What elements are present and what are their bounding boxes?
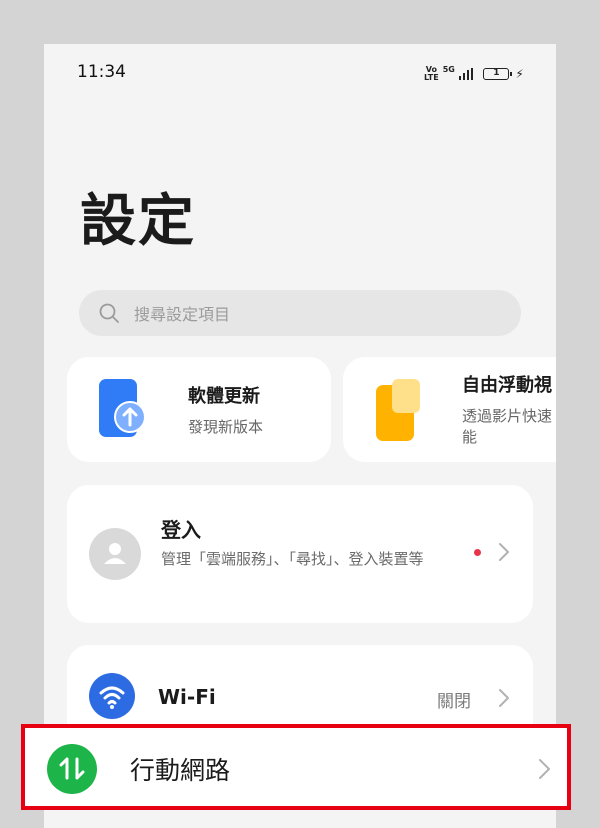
promo-title: 軟體更新 (188, 385, 260, 407)
status-icons: Vo LTE 5G 1 ⚡ (424, 65, 524, 82)
software-update-icon (99, 378, 146, 441)
charging-icon: ⚡ (515, 66, 524, 81)
battery-icon: 1 (483, 67, 513, 80)
floating-window-icon (376, 378, 422, 441)
network-type-label: 5G (442, 65, 455, 74)
wifi-label: Wi-Fi (158, 685, 216, 709)
chevron-right-icon (499, 689, 509, 707)
battery-level: 1 (493, 67, 500, 78)
volte-icon: Vo LTE (424, 64, 439, 82)
login-subtitle: 管理「雲端服務」、「尋找」、登入裝置等 (161, 550, 424, 568)
signal-icon (458, 67, 474, 80)
wifi-status: 關閉 (437, 692, 471, 712)
page-title: 設定 (80, 189, 196, 254)
avatar-icon (89, 528, 141, 580)
wifi-icon (89, 673, 135, 719)
software-update-card[interactable]: 軟體更新 發現新版本 (67, 357, 331, 462)
search-placeholder: 搜尋設定項目 (134, 305, 231, 324)
notification-dot (474, 549, 481, 556)
promo-subtitle: 發現新版本 (188, 417, 264, 436)
search-icon (99, 303, 119, 323)
search-input[interactable]: 搜尋設定項目 (79, 290, 521, 336)
mobile-network-row[interactable]: 行動網路 (21, 724, 571, 810)
login-card[interactable]: 登入 管理「雲端服務」、「尋找」、登入裝置等 (67, 485, 533, 623)
chevron-right-icon (539, 759, 550, 779)
mobile-network-label: 行動網路 (130, 756, 231, 785)
login-title: 登入 (161, 518, 201, 542)
chevron-right-icon (499, 543, 509, 561)
promo-title: 自由浮動視 (462, 375, 552, 396)
status-bar: 11:34 Vo LTE 5G 1 ⚡ (44, 44, 556, 102)
settings-screen: 11:34 Vo LTE 5G 1 ⚡ 設定 搜尋設定項目 軟體更新 發現新版本… (44, 44, 556, 828)
status-time: 11:34 (77, 62, 126, 82)
floating-window-card[interactable]: 自由浮動視 透過影片快速能 (343, 357, 556, 462)
promo-subtitle: 透過影片快速能 (462, 407, 552, 446)
mobile-data-icon (47, 744, 97, 794)
software-update-text: 軟體更新 發現新版本 (188, 382, 263, 438)
floating-window-text: 自由浮動視 透過影片快速能 (462, 371, 552, 448)
